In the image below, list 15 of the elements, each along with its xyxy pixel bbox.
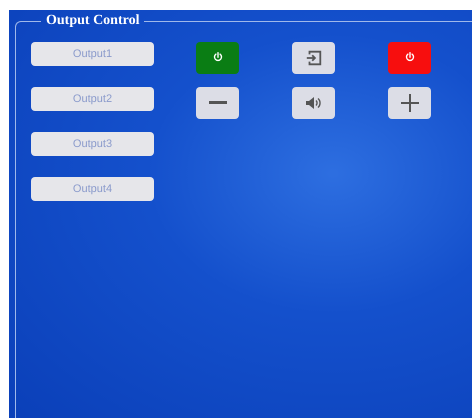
input-button[interactable] bbox=[292, 42, 335, 74]
speaker-icon bbox=[306, 97, 322, 109]
output-button[interactable]: Output4 bbox=[31, 177, 154, 201]
volume-down-button[interactable] bbox=[196, 87, 239, 119]
mute-button[interactable] bbox=[292, 87, 335, 119]
input-icon bbox=[304, 49, 322, 67]
plus-icon bbox=[400, 94, 418, 112]
power-button[interactable] bbox=[388, 42, 431, 74]
power-button[interactable] bbox=[196, 42, 239, 74]
group-title: Output Control bbox=[45, 14, 140, 28]
minus-icon bbox=[208, 101, 226, 105]
output-button[interactable]: Output3 bbox=[31, 132, 154, 156]
output-button[interactable]: Output2 bbox=[31, 87, 154, 111]
output-button[interactable]: Output1 bbox=[31, 42, 154, 66]
volume-up-button[interactable] bbox=[388, 87, 431, 119]
